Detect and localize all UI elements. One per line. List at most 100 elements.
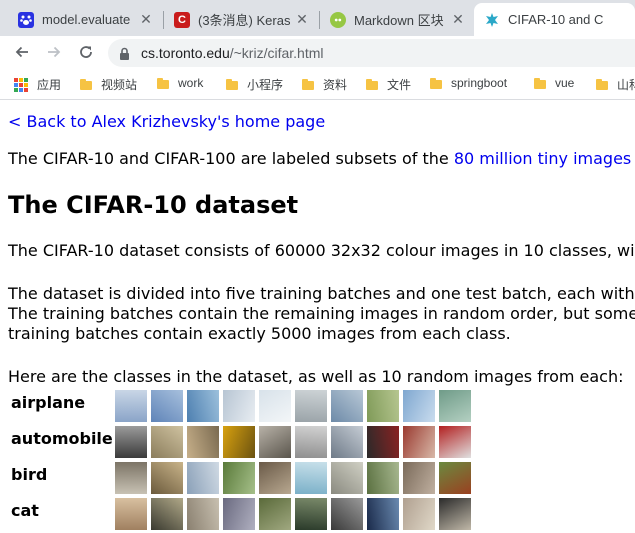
close-tab-icon[interactable]: ✕ <box>138 11 154 28</box>
batches-line-2: The training batches contain the remaini… <box>8 304 635 323</box>
sample-image <box>367 462 399 494</box>
bookmark-label: vue <box>555 76 575 90</box>
tab-model-evaluate[interactable]: model.evaluate ✕ <box>8 3 160 36</box>
sample-image <box>187 498 219 530</box>
close-tab-icon[interactable]: ✕ <box>450 11 466 28</box>
sample-image <box>331 390 363 422</box>
tiny-images-link[interactable]: 80 million tiny images <box>454 149 631 168</box>
sample-image <box>259 462 291 494</box>
bookmark-folder-materials[interactable]: 资料 <box>302 76 347 93</box>
bookmark-label: 视频站 <box>101 78 138 92</box>
sample-image <box>151 498 183 530</box>
dataset-description: The CIFAR-10 dataset consists of 60000 3… <box>8 241 635 260</box>
sample-image <box>367 498 399 530</box>
address-bar-row: cs.toronto.edu/~kriz/cifar.html <box>0 36 635 68</box>
back-link-line: < Back to Alex Krizhevsky's home page <box>8 112 325 132</box>
class-label: cat <box>11 501 39 520</box>
folder-icon <box>430 77 442 89</box>
page-content: < Back to Alex Krizhevsky's home page Th… <box>0 100 635 533</box>
sample-image <box>367 390 399 422</box>
runoob-icon <box>330 11 346 28</box>
sample-image <box>367 426 399 458</box>
bookmark-folder-vue[interactable]: vue <box>534 76 574 90</box>
sample-image <box>331 498 363 530</box>
sample-image <box>151 390 183 422</box>
intro-paragraph: The CIFAR-10 and CIFAR-100 are labeled s… <box>8 149 635 169</box>
back-to-homepage-link[interactable]: < Back to Alex Krizhevsky's home page <box>8 112 325 131</box>
close-tab-icon[interactable]: ✕ <box>294 11 310 28</box>
sample-image <box>403 462 435 494</box>
intro-text-end: dat <box>631 149 635 168</box>
class-label: airplane <box>11 393 86 412</box>
class-label: automobile <box>11 429 113 448</box>
batches-line-1: The dataset is divided into five trainin… <box>8 284 635 303</box>
bookmark-folder-miniprogram[interactable]: 小程序 <box>226 76 283 93</box>
bookmarks-bar: 应用 视频站 work 小程序 资料 文件 springboot vue 山科 <box>0 68 635 100</box>
sample-image <box>115 426 147 458</box>
url-text[interactable]: cs.toronto.edu/~kriz/cifar.html <box>141 45 323 61</box>
sample-image <box>295 462 327 494</box>
class-row-automobile: automobile <box>8 426 635 460</box>
sample-image <box>151 462 183 494</box>
sample-image <box>151 426 183 458</box>
bookmark-label: work <box>178 76 204 90</box>
tab-cifar[interactable]: CIFAR-10 and C <box>474 3 635 36</box>
automobile-thumbnails <box>115 426 475 458</box>
sample-image <box>115 498 147 530</box>
back-arrow-icon[interactable] <box>11 41 33 63</box>
bookmark-folder-sdust[interactable]: 山科 <box>596 76 635 93</box>
tab-title: Markdown 区块 <box>354 13 444 28</box>
intro-text: The CIFAR-10 and CIFAR-100 are labeled s… <box>8 149 454 168</box>
apps-icon <box>14 77 28 92</box>
folder-icon <box>226 79 238 90</box>
bookmark-apps[interactable]: 应用 <box>14 76 61 93</box>
folder-icon <box>596 79 608 90</box>
bookmark-label: 资料 <box>323 78 348 92</box>
sample-image <box>223 390 255 422</box>
bookmark-folder-videos[interactable]: 视频站 <box>80 76 137 93</box>
bird-thumbnails <box>115 462 475 494</box>
bookmark-label: 文件 <box>387 78 412 92</box>
sample-image <box>439 390 471 422</box>
bookmark-folder-work[interactable]: work <box>157 76 203 90</box>
sample-image <box>403 498 435 530</box>
sample-image <box>403 426 435 458</box>
sample-image <box>187 462 219 494</box>
url-host: cs.toronto.edu <box>141 45 230 61</box>
bookmark-label: springboot <box>451 76 508 90</box>
reload-icon[interactable] <box>75 41 97 63</box>
tab-title: CIFAR-10 and C <box>508 12 604 27</box>
bookmark-folder-files[interactable]: 文件 <box>366 76 411 93</box>
tab-csdn-keras[interactable]: C (3条消息) Keras ✕ <box>164 3 316 36</box>
baidu-paw-icon <box>18 11 34 28</box>
sample-image <box>331 426 363 458</box>
sample-image <box>439 498 471 530</box>
bookmark-label: 应用 <box>37 78 62 92</box>
forward-arrow-icon[interactable] <box>43 41 65 63</box>
class-row-cat: cat <box>8 498 635 532</box>
tab-strip: model.evaluate ✕ C (3条消息) Keras ✕ Markdo… <box>0 0 635 36</box>
sample-image <box>331 462 363 494</box>
folder-icon <box>302 79 314 90</box>
sample-image <box>403 390 435 422</box>
folder-icon <box>534 77 546 89</box>
tab-title: model.evaluate <box>42 12 131 27</box>
classes-intro: Here are the classes in the dataset, as … <box>8 367 624 386</box>
bookmark-folder-springboot[interactable]: springboot <box>430 76 507 90</box>
sample-image <box>115 462 147 494</box>
tab-title: (3条消息) Keras <box>198 13 291 28</box>
sample-image <box>295 426 327 458</box>
sample-image <box>115 390 147 422</box>
sample-image <box>187 390 219 422</box>
page-title: The CIFAR-10 dataset <box>8 191 299 219</box>
folder-icon <box>366 79 378 90</box>
class-label: bird <box>11 465 48 484</box>
class-row-bird: bird <box>8 462 635 496</box>
airplane-thumbnails <box>115 390 475 422</box>
sample-image <box>439 462 471 494</box>
omnibox[interactable]: cs.toronto.edu/~kriz/cifar.html <box>108 39 635 67</box>
lock-icon[interactable] <box>119 46 130 65</box>
tab-markdown[interactable]: Markdown 区块 ✕ <box>320 3 472 36</box>
sample-image <box>223 426 255 458</box>
class-row-airplane: airplane <box>8 390 635 424</box>
